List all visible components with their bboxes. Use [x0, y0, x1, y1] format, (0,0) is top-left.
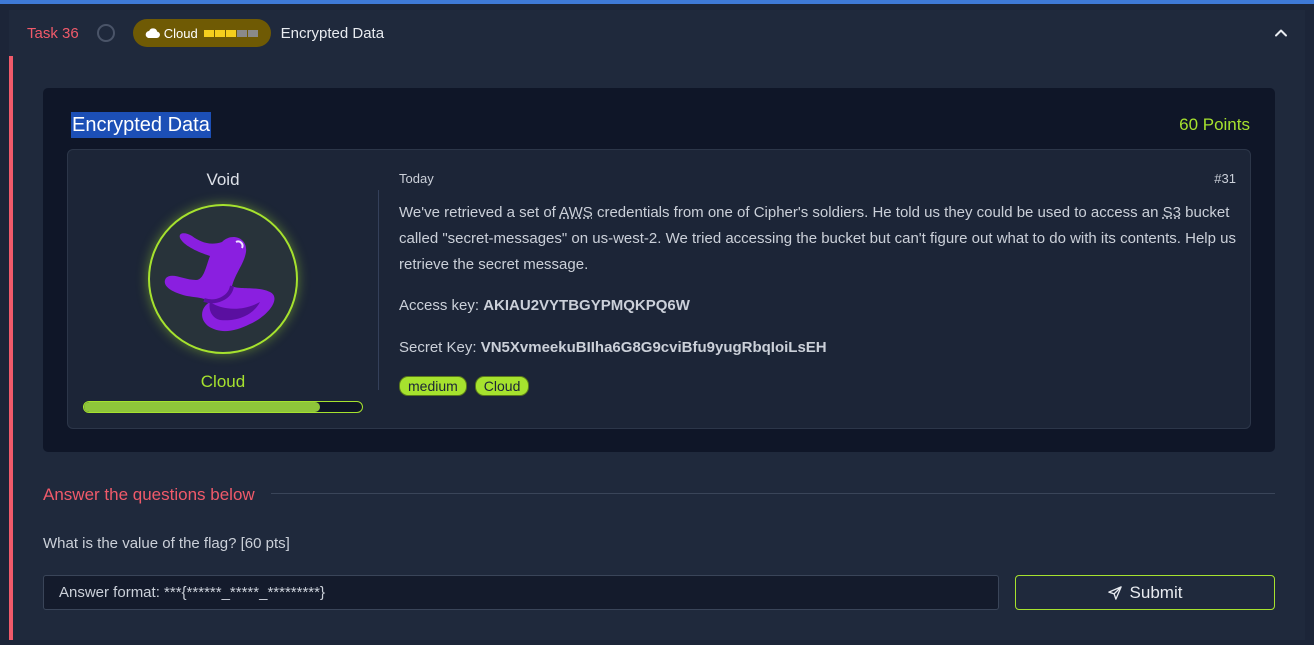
access-key-line: Access key: AKIAU2VYTBGYPMQKPQ6W — [399, 297, 690, 314]
answers-divider — [271, 493, 1275, 494]
difficulty-bars — [203, 29, 259, 37]
avatar-figure-icon — [164, 233, 275, 332]
author-name[interactable]: Void — [68, 170, 378, 190]
secret-key-value: VN5XvmeekuBIIha6G8G9cviBfu9yugRbqIoiLsEH — [480, 339, 827, 356]
cloud-icon — [145, 28, 160, 38]
abbr-s3: S3 — [1162, 204, 1181, 221]
send-icon — [1107, 585, 1122, 600]
answers-heading: Answer the questions below — [43, 485, 255, 504]
task-header[interactable]: Task 36 Cloud Encrypted Data — [9, 10, 1305, 56]
top-accent-bar — [0, 0, 1314, 4]
progress-bar — [83, 401, 363, 413]
access-key-value: AKIAU2VYTBGYPMQKPQ6W — [483, 297, 690, 314]
task-card: Encrypted Data 60 Points Void Cloud Toda… — [43, 88, 1275, 452]
description-text: credentials from one of Cipher's soldier… — [592, 204, 1163, 221]
access-key-label: Access key: — [399, 297, 484, 314]
description-text: We've retrieved a set of — [399, 204, 560, 221]
question-text: What is the value of the flag? [60 pts] — [43, 535, 290, 552]
post-date: Today — [399, 171, 434, 186]
abbr-aws: AWS — [559, 204, 593, 221]
secret-key-line: Secret Key: VN5XvmeekuBIIha6G8G9cviBfu9y… — [399, 339, 827, 356]
difficulty-bar — [247, 29, 258, 37]
difficulty-bar — [203, 29, 214, 37]
progress-fill — [84, 402, 321, 412]
issue-number: #31 — [1214, 171, 1236, 186]
difficulty-bar — [214, 29, 225, 37]
submit-button[interactable]: Submit — [1015, 575, 1275, 610]
chevron-up-icon[interactable] — [1271, 23, 1291, 43]
difficulty-bar — [236, 29, 247, 37]
task-completion-indicator — [96, 24, 115, 42]
answer-input[interactable] — [43, 575, 999, 610]
card-title: Encrypted Data — [71, 112, 211, 138]
avatar[interactable] — [148, 204, 298, 354]
task-content-panel: Void Cloud Today #31 We've retrieved a s… — [67, 149, 1251, 429]
points-label: 60 Points — [1179, 115, 1250, 134]
submit-label: Submit — [1129, 582, 1183, 602]
difficulty-bar — [225, 29, 236, 37]
task-body: Encrypted Data 60 Points Void Cloud Toda… — [9, 56, 1305, 640]
tag-medium: medium — [399, 376, 467, 396]
task-number: Task 36 — [27, 24, 79, 42]
secret-key-label: Secret Key: — [399, 339, 481, 356]
vertical-divider — [378, 190, 379, 390]
category-label: Cloud — [163, 25, 198, 41]
category-badge: Cloud — [132, 19, 271, 47]
task-title: Encrypted Data — [280, 24, 385, 42]
author-role: Cloud — [200, 372, 246, 391]
tag-list: medium Cloud — [399, 376, 530, 396]
tag-cloud: Cloud — [474, 376, 530, 396]
task-description: We've retrieved a set of AWS credentials… — [399, 200, 1239, 278]
